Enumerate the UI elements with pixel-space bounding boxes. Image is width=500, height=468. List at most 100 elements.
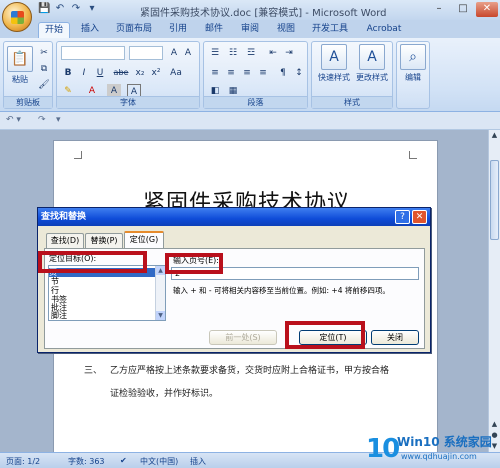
underline-button[interactable]: U bbox=[93, 66, 107, 80]
clipboard-icon: 📋 bbox=[7, 46, 33, 72]
styles-group-label: 样式 bbox=[312, 96, 392, 108]
document-line-number: 三、 bbox=[84, 366, 103, 376]
paragraph-group-label: 段落 bbox=[204, 96, 307, 108]
change-styles-icon: A bbox=[359, 44, 385, 70]
customize-qat-icon[interactable]: ▾ bbox=[86, 3, 98, 15]
align-left-icon[interactable]: ≡ bbox=[208, 66, 222, 80]
close-window-button[interactable]: ✕ bbox=[476, 2, 498, 17]
bullets-icon[interactable]: ☰ bbox=[208, 46, 222, 60]
quick-styles-button[interactable]: A 快速样式 bbox=[316, 44, 352, 83]
tab-insert[interactable]: 插入 bbox=[76, 22, 104, 38]
multilevel-list-icon[interactable]: ☲ bbox=[244, 46, 258, 60]
format-painter-icon[interactable]: 🖌 bbox=[37, 78, 51, 92]
tab-goto[interactable]: 定位(G) bbox=[124, 231, 164, 249]
previous-button[interactable]: 前一处(S) bbox=[209, 330, 277, 345]
dialog-title: 查找和替换 bbox=[38, 208, 430, 226]
italic-button[interactable]: I bbox=[77, 66, 91, 80]
save-icon[interactable]: 💾 bbox=[38, 3, 50, 15]
quick-access-toolbar: 💾 ↶ ↷ ▾ bbox=[38, 3, 98, 17]
list-scroll-down-icon[interactable]: ▼ bbox=[156, 311, 165, 320]
undo-small-icon[interactable]: ↶ ▾ bbox=[6, 115, 21, 125]
goto-hint: 输入 + 和 - 可将相关内容移至当前位置。例如: +4 将前移四项。 bbox=[173, 286, 390, 295]
proofing-check-icon[interactable]: ✔ bbox=[120, 456, 127, 465]
mini-toolbar: ↶ ▾ ↷ ▾ bbox=[0, 112, 500, 130]
office-button[interactable] bbox=[2, 2, 32, 32]
document-line: 证检验验收，并作好标识。 bbox=[110, 389, 219, 399]
minimize-button[interactable]: – bbox=[428, 2, 450, 17]
redo-small-icon[interactable]: ↷ bbox=[38, 115, 46, 125]
superscript-button[interactable]: x² bbox=[149, 66, 163, 80]
ribbon: 📋 粘贴 ✂ ⧉ 🖌 剪贴板 A A B I U abe x₂ x² Aa ✎ … bbox=[0, 38, 500, 112]
title-bar: 💾 ↶ ↷ ▾ 紧固件采购技术协议.doc [兼容模式] - Microsoft… bbox=[0, 0, 500, 20]
cut-icon[interactable]: ✂ bbox=[37, 46, 51, 60]
vertical-scrollbar[interactable]: ▲ ▲ ● ▼ bbox=[488, 130, 500, 452]
tab-acrobat[interactable]: Acrobat bbox=[362, 22, 406, 38]
word-count[interactable]: 字数: 363 bbox=[68, 456, 105, 467]
watermark-logo: 10 bbox=[366, 434, 400, 464]
change-styles-button[interactable]: A 更改样式 bbox=[354, 44, 390, 83]
dialog-close-button[interactable]: ✕ bbox=[412, 210, 427, 224]
tab-developer[interactable]: 开发工具 bbox=[308, 22, 352, 38]
list-scrollbar[interactable]: ▲ ▼ bbox=[155, 266, 165, 320]
tab-home[interactable]: 开始 bbox=[38, 22, 70, 38]
list-item[interactable]: 行 bbox=[51, 286, 59, 295]
find-replace-dialog: 查找和替换 ? ✕ 查找(D) 替换(P) 定位(G) 定位目标(O): 页 节… bbox=[37, 207, 431, 353]
copy-icon[interactable]: ⧉ bbox=[37, 62, 51, 76]
tab-references[interactable]: 引用 bbox=[164, 22, 192, 38]
tab-view[interactable]: 视图 bbox=[272, 22, 300, 38]
editing-button[interactable]: ⌕ 编辑 bbox=[399, 44, 427, 83]
subscript-button[interactable]: x₂ bbox=[133, 66, 147, 80]
justify-icon[interactable]: ≡ bbox=[256, 66, 270, 80]
paste-button[interactable]: 📋 粘贴 bbox=[6, 46, 34, 85]
strikethrough-button[interactable]: abe bbox=[111, 66, 131, 80]
tab-review[interactable]: 审阅 bbox=[236, 22, 264, 38]
increase-indent-icon[interactable]: ⇥ bbox=[282, 46, 296, 60]
change-case-button[interactable]: Aa bbox=[167, 66, 185, 80]
scroll-thumb[interactable] bbox=[490, 160, 499, 240]
show-marks-icon[interactable]: ¶ bbox=[276, 66, 290, 80]
help-button[interactable]: ? bbox=[395, 210, 410, 224]
insert-mode-indicator[interactable]: 插入 bbox=[190, 456, 206, 467]
tab-page-layout[interactable]: 页面布局 bbox=[110, 22, 158, 38]
quick-styles-icon: A bbox=[321, 44, 347, 70]
numbering-icon[interactable]: ☷ bbox=[226, 46, 240, 60]
bold-button[interactable]: B bbox=[61, 66, 75, 80]
undo-icon[interactable]: ↶ bbox=[54, 3, 66, 15]
customize-small-icon[interactable]: ▾ bbox=[56, 115, 61, 125]
list-item[interactable]: 节 bbox=[51, 277, 59, 286]
grow-font-icon[interactable]: A bbox=[167, 46, 181, 60]
editing-group: ⌕ 编辑 bbox=[396, 41, 430, 109]
align-center-icon[interactable]: ≡ bbox=[224, 66, 238, 80]
maximize-button[interactable]: □ bbox=[452, 2, 474, 17]
window-controls: – □ ✕ bbox=[428, 2, 498, 17]
clipboard-group-label: 剪贴板 bbox=[4, 96, 52, 108]
tab-replace[interactable]: 替换(P) bbox=[85, 233, 123, 248]
font-group-label: 字体 bbox=[57, 96, 199, 108]
line-spacing-icon[interactable]: ↕ bbox=[292, 66, 306, 80]
prev-page-icon[interactable]: ▲ bbox=[489, 419, 500, 430]
align-right-icon[interactable]: ≡ bbox=[240, 66, 254, 80]
font-size-select[interactable] bbox=[129, 46, 163, 60]
redo-icon[interactable]: ↷ bbox=[70, 3, 82, 15]
decrease-indent-icon[interactable]: ⇤ bbox=[266, 46, 280, 60]
goto-target-list[interactable]: 页 节 行 书签 批注 脚注 ▲ ▼ bbox=[48, 265, 166, 321]
margin-corner bbox=[74, 151, 82, 159]
font-name-select[interactable] bbox=[61, 46, 125, 60]
page-count[interactable]: 页面: 1/2 bbox=[6, 456, 40, 467]
close-button[interactable]: 关闭 bbox=[371, 330, 419, 345]
ribbon-tabs: 开始 插入 页面布局 引用 邮件 审阅 视图 开发工具 Acrobat bbox=[0, 20, 500, 38]
list-item[interactable]: 脚注 bbox=[51, 311, 67, 320]
tab-mailings[interactable]: 邮件 bbox=[200, 22, 228, 38]
watermark-brand: Win10 系统家园 bbox=[397, 435, 492, 449]
tab-find[interactable]: 查找(D) bbox=[46, 233, 84, 248]
language-indicator[interactable]: 中文(中国) bbox=[140, 456, 178, 467]
highlight-box-goto bbox=[285, 321, 365, 349]
scroll-up-icon[interactable]: ▲ bbox=[489, 130, 500, 141]
list-scroll-up-icon[interactable]: ▲ bbox=[156, 266, 165, 275]
margin-corner bbox=[409, 151, 417, 159]
shrink-font-icon[interactable]: A bbox=[181, 46, 195, 60]
styles-group: A 快速样式 A 更改样式 样式 bbox=[311, 41, 393, 109]
font-group: A A B I U abe x₂ x² Aa ✎ A A A 字体 bbox=[56, 41, 200, 109]
watermark-url: www.qdhuajin.com bbox=[401, 452, 477, 461]
document-line: 乙方应严格按上述条款要求备货，交货时应附上合格证书，甲方按合格 bbox=[110, 366, 390, 376]
